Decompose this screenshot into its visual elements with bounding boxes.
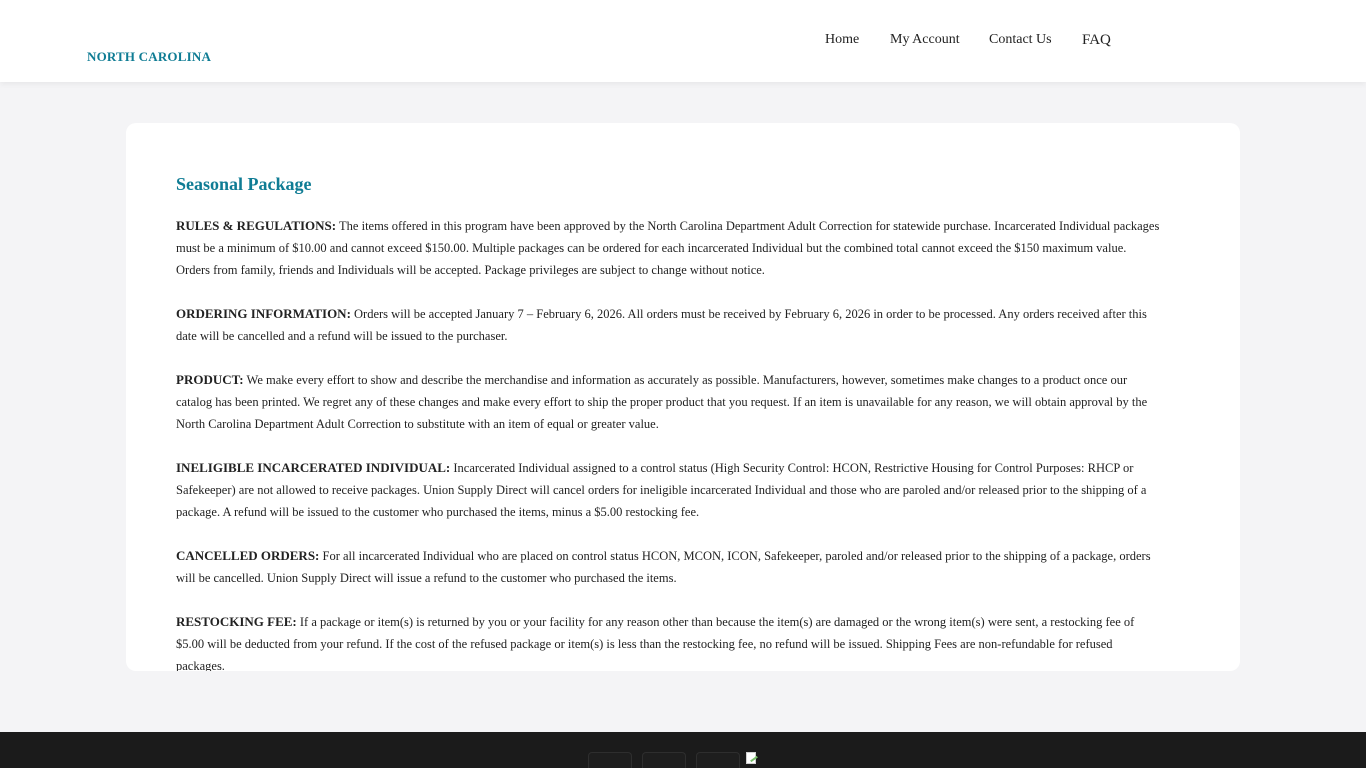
section-heading: ORDERING INFORMATION: [176, 306, 351, 321]
site-header: NORTH CAROLINA Home My Account Contact U… [0, 0, 1366, 82]
section-heading: PRODUCT: [176, 372, 244, 387]
nav-contact-us-link[interactable]: Contact Us [989, 32, 1052, 48]
ineligible-individual-section: INELIGIBLE INCARCERATED INDIVIDUAL: Inca… [176, 457, 1161, 523]
section-body: We make every effort to show and describ… [176, 373, 1148, 431]
nav-faq-link[interactable]: FAQ [1082, 32, 1111, 49]
content-card: Seasonal Package RULES & REGULATIONS: Th… [126, 123, 1240, 671]
payment-logo-icon [642, 752, 686, 768]
section-body: If a package or item(s) is returned by y… [176, 615, 1135, 671]
page-title: Seasonal Package [176, 174, 312, 194]
site-footer [0, 732, 1366, 768]
cancelled-orders-section: CANCELLED ORDERS: For all incarcerated I… [176, 545, 1161, 589]
product-section: PRODUCT: We make every effort to show an… [176, 369, 1161, 435]
content-body: Seasonal Package RULES & REGULATIONS: Th… [176, 173, 1161, 671]
section-heading: RESTOCKING FEE: [176, 614, 297, 629]
section-heading: RULES & REGULATIONS: [176, 218, 337, 233]
section-heading: CANCELLED ORDERS: [176, 548, 320, 563]
nav-home-link[interactable]: Home [825, 32, 859, 48]
restocking-fee-section: RESTOCKING FEE: If a package or item(s) … [176, 611, 1161, 671]
rules-regulations-section: RULES & REGULATIONS: The items offered i… [176, 215, 1161, 281]
ordering-information-section: ORDERING INFORMATION: Orders will be acc… [176, 303, 1161, 347]
nav-my-account-link[interactable]: My Account [890, 32, 960, 48]
section-heading: INELIGIBLE INCARCERATED INDIVIDUAL: [176, 460, 451, 475]
broken-image-icon [744, 752, 762, 768]
brand-logo-text[interactable]: NORTH CAROLINA [87, 49, 211, 65]
payment-logo-icon [588, 752, 632, 768]
section-body: For all incarcerated Individual who are … [176, 549, 1151, 585]
payment-logo-icon [696, 752, 740, 768]
